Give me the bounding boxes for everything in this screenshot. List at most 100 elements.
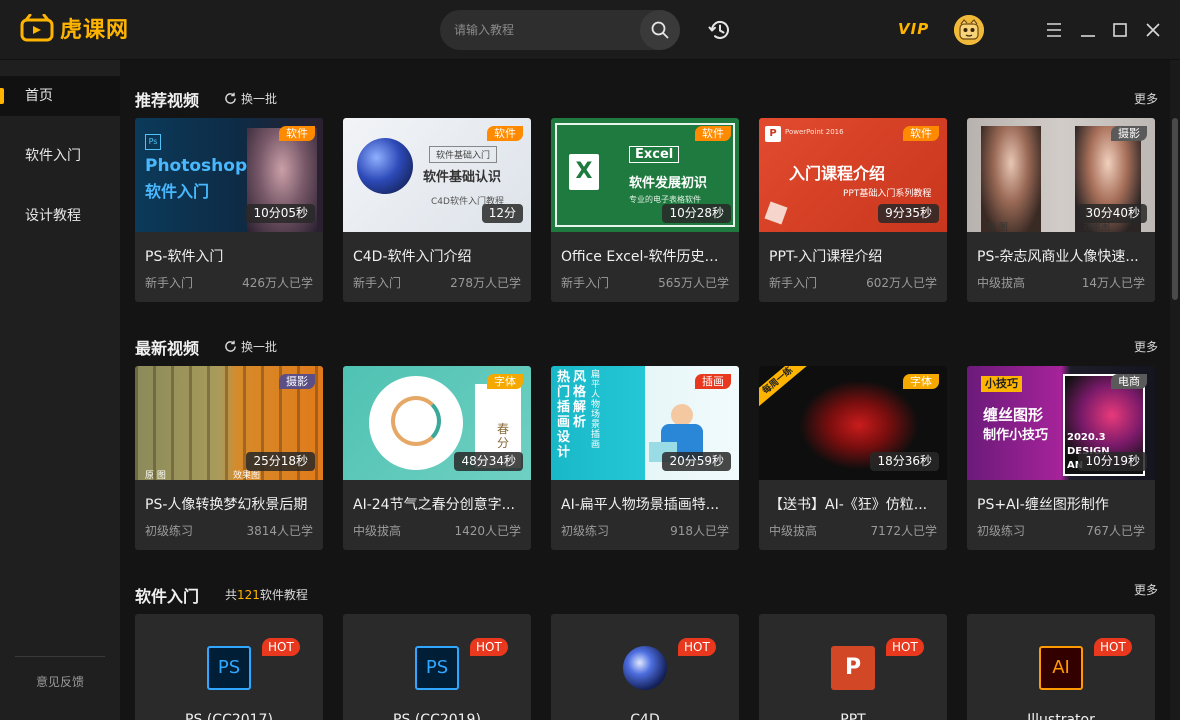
software-card[interactable]: HOT PS PS (CC2019) <box>343 614 531 720</box>
search-input[interactable] <box>454 10 634 50</box>
video-level: 新手入门 <box>561 276 610 290</box>
ps-badge-icon: Ps <box>145 134 161 150</box>
more-latest-link[interactable]: 更多 <box>1134 338 1158 355</box>
powerpoint-icon: P <box>831 646 875 690</box>
video-card[interactable]: 春分 字体 48分34秒 AI-24节气之春分创意字... 中级拔高 1420人… <box>343 366 531 550</box>
menu-icon[interactable] <box>1042 18 1066 42</box>
count-number: 121 <box>237 588 260 602</box>
software-card[interactable]: HOT PS PS (CC2017) <box>135 614 323 720</box>
thumbnail-text: Photoshop <box>145 156 248 176</box>
tiger-logo-icon <box>20 14 54 42</box>
thumbnail-text: 风格解析 <box>573 370 587 430</box>
video-title: 【送书】AI-《狂》仿粒... <box>769 497 928 513</box>
refresh-label: 换一批 <box>241 340 278 354</box>
video-title: C4D-软件入门介绍 <box>353 249 472 265</box>
vip-button[interactable]: VIP <box>898 20 929 38</box>
thumbnail-text: 软件入门 <box>145 182 210 201</box>
excel-logo-icon: X <box>569 154 599 190</box>
user-avatar[interactable] <box>954 15 984 45</box>
thumbnail-text: 缠丝图形 <box>983 406 1044 424</box>
video-title: PS-软件入门 <box>145 249 224 265</box>
app-logo[interactable]: 虎课网 <box>20 12 129 44</box>
sidebar: 首页 软件入门 设计教程 意见反馈 <box>0 60 120 720</box>
video-card[interactable]: 原 图 效果图 摄影 25分18秒 PS-人像转换梦幻秋景后期 初级练习 381… <box>135 366 323 550</box>
duration-badge: 12分 <box>481 204 523 223</box>
video-card[interactable]: 小技巧 缠丝图形 制作小技巧 2020.3 DESIGN AN 电商 10分19… <box>967 366 1155 550</box>
duration-badge: 10分05秒 <box>246 204 315 223</box>
video-students: 426万人已学 <box>242 276 313 290</box>
video-card[interactable]: P PowerPoint 2016 入门课程介绍 PPT基础入门系列教程 软件 … <box>759 118 947 302</box>
section-title-latest: 最新视频 <box>135 339 200 358</box>
video-card[interactable]: X Excel 软件发展初识 专业的电子表格软件 软件 10分28秒 Offic… <box>551 118 739 302</box>
software-card[interactable]: HOT AI Illustrator <box>967 614 1155 720</box>
thumbnail-text: 制作小技巧 <box>983 428 1049 443</box>
hot-badge: HOT <box>886 638 924 656</box>
software-card[interactable]: HOT P PPT <box>759 614 947 720</box>
video-level: 初级练习 <box>977 524 1026 538</box>
video-card[interactable]: 原 图 效果图 摄影 30分40秒 PS-杂志风商业人像快速... 中级拔高 1… <box>967 118 1155 302</box>
history-icon[interactable] <box>708 18 732 42</box>
more-recommended-link[interactable]: 更多 <box>1134 90 1158 107</box>
icon-label: P <box>844 655 862 680</box>
duration-badge: 9分35秒 <box>878 204 939 223</box>
software-name: C4D <box>630 712 660 720</box>
c4d-icon <box>623 646 667 690</box>
refresh-label: 换一批 <box>241 92 278 106</box>
video-card[interactable]: 热门插画设计 风格解析 扁平人物场景插画 插画 20分59秒 AI-扁平人物场景… <box>551 366 739 550</box>
duration-badge: 18分36秒 <box>870 452 939 471</box>
category-tag: 软件 <box>903 126 939 141</box>
duration-badge: 20分59秒 <box>662 452 731 471</box>
video-level: 初级练习 <box>145 524 194 538</box>
video-students: 14万人已学 <box>1081 276 1145 290</box>
video-title: AI-扁平人物场景插画特... <box>561 497 720 513</box>
hot-badge: HOT <box>1094 638 1132 656</box>
avatar-face-icon <box>954 15 984 45</box>
thumbnail-text: 热门插画设计 <box>557 370 571 460</box>
category-tag: 摄影 <box>279 374 315 389</box>
software-name: Illustrator <box>1027 712 1095 720</box>
video-title: AI-24节气之春分创意字... <box>353 497 515 513</box>
minimize-icon[interactable] <box>1076 18 1100 42</box>
decor-ring <box>391 396 441 446</box>
category-tag: 软件 <box>695 126 731 141</box>
video-card[interactable]: 每周一练 字体 18分36秒 【送书】AI-《狂》仿粒... 中级拔高 7172… <box>759 366 947 550</box>
ppt-logo-icon: P <box>765 126 781 142</box>
category-tag: 字体 <box>903 374 939 389</box>
software-name: PS (CC2019) <box>393 712 481 720</box>
video-card[interactable]: Ps Photoshop 软件入门 软件 10分05秒 PS-软件入门 新手入门… <box>135 118 323 302</box>
thumbnail-text: Excel <box>629 146 680 163</box>
video-students: 767人已学 <box>1086 524 1145 538</box>
video-students: 3814人已学 <box>246 524 313 538</box>
portrait-image-before <box>981 126 1041 232</box>
video-students: 602万人已学 <box>866 276 937 290</box>
software-name: PPT <box>840 712 866 720</box>
thumbnail-text: 春分 <box>497 422 510 450</box>
video-level: 新手入门 <box>353 276 402 290</box>
thumbnail-text: 原 图 <box>987 223 1008 232</box>
close-icon[interactable] <box>1141 18 1165 42</box>
sidebar-item-design[interactable]: 设计教程 <box>0 196 120 236</box>
search-box <box>440 10 680 50</box>
scrollbar-track[interactable] <box>1170 60 1180 720</box>
more-software-link[interactable]: 更多 <box>1134 581 1158 598</box>
thumbnail-text: 入门课程介绍 <box>789 164 886 183</box>
maximize-icon[interactable] <box>1108 18 1132 42</box>
duration-badge: 30分40秒 <box>1078 204 1147 223</box>
refresh-icon <box>225 340 236 352</box>
software-card[interactable]: HOT C4D <box>551 614 739 720</box>
photoshop-icon: PS <box>207 646 251 690</box>
feedback-link[interactable]: 意见反馈 <box>0 673 120 690</box>
refresh-latest-button[interactable]: 换一批 <box>224 338 277 355</box>
title-bar: 虎课网 VIP <box>0 0 1180 60</box>
c4d-logo-icon <box>357 138 413 194</box>
category-tag: 插画 <box>695 374 731 389</box>
count-prefix: 共 <box>225 588 238 602</box>
category-tag: 摄影 <box>1111 126 1147 141</box>
scrollbar-thumb[interactable] <box>1172 118 1178 300</box>
sidebar-item-home[interactable]: 首页 <box>0 76 120 116</box>
video-card[interactable]: 软件基础入门 软件基础认识 C4D软件入门教程 软件 12分 C4D-软件入门介… <box>343 118 531 302</box>
refresh-recommended-button[interactable]: 换一批 <box>224 90 277 107</box>
video-title: PS-人像转换梦幻秋景后期 <box>145 497 308 513</box>
search-button[interactable] <box>640 10 680 50</box>
sidebar-item-software[interactable]: 软件入门 <box>0 136 120 176</box>
